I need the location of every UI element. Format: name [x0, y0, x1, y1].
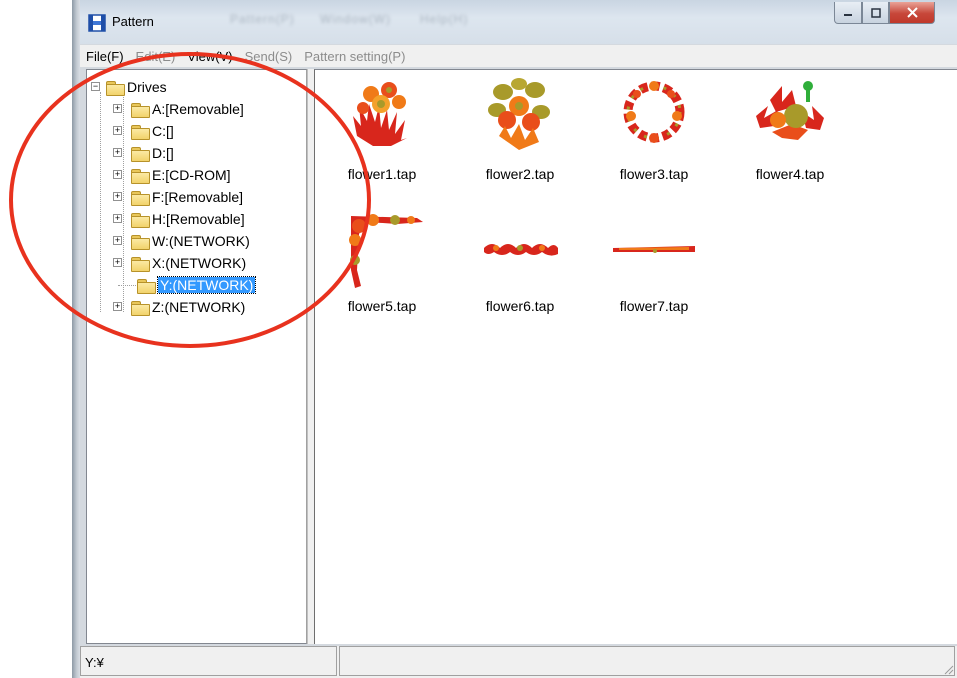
flower-border-icon [484, 244, 558, 256]
menu-bar: File(F) Edit(E) View(V) Send(S) Pattern … [80, 45, 957, 67]
maximize-button[interactable] [862, 2, 889, 24]
tree-item-label: Y:(NETWORK) [156, 276, 257, 294]
tree-item-drive[interactable]: + F:[Removable] [113, 186, 243, 208]
file-name: flower6.tap [485, 298, 555, 314]
expand-icon[interactable]: + [113, 148, 122, 157]
tree-item-drive[interactable]: + D:[] [113, 142, 174, 164]
folder-icon [131, 102, 150, 118]
tree-item-label: Z:(NETWORK) [152, 299, 246, 315]
resize-grip-icon[interactable] [942, 663, 954, 675]
expand-icon[interactable]: + [113, 170, 122, 179]
menu-send[interactable]: Send(S) [239, 49, 299, 64]
tree-item-drive[interactable]: + E:[CD-ROM] [113, 164, 231, 186]
file-name: flower5.tap [347, 298, 417, 314]
status-path: Y:¥ [80, 646, 337, 676]
close-button[interactable] [889, 2, 935, 24]
file-item[interactable]: flower6.tap [465, 210, 575, 320]
expand-icon[interactable]: + [113, 104, 122, 113]
file-name: flower3.tap [619, 166, 689, 182]
folder-icon [131, 256, 150, 272]
folder-icon [131, 212, 150, 228]
tree-item-drive[interactable]: + H:[Removable] [113, 208, 245, 230]
tree-item-drive[interactable]: + Z:(NETWORK) [113, 296, 245, 318]
expand-icon[interactable]: + [113, 236, 122, 245]
blurred-title-extra: Window(W) [320, 12, 391, 26]
menu-edit[interactable]: Edit(E) [130, 49, 182, 64]
tree-item-drive[interactable]: + W:(NETWORK) [113, 230, 250, 252]
folder-icon [131, 124, 150, 140]
minimize-icon [844, 13, 852, 16]
status-secondary [339, 646, 955, 676]
tree-root[interactable]: − Drives [91, 76, 167, 98]
tree-root-label: Drives [127, 79, 167, 95]
file-name: flower4.tap [755, 166, 825, 182]
file-item[interactable]: flower2.tap [465, 76, 575, 186]
maximize-icon [870, 7, 881, 18]
open-folder-icon [137, 278, 156, 294]
folder-icon [131, 168, 150, 184]
tree-item-label: W:(NETWORK) [152, 233, 250, 249]
file-item[interactable]: flower7.tap [599, 210, 709, 320]
folder-icon [106, 80, 125, 96]
tree-item-label: H:[Removable] [152, 211, 245, 227]
app-icon [88, 14, 106, 32]
tree-item-drive[interactable]: + C:[] [113, 120, 174, 142]
menu-file[interactable]: File(F) [80, 49, 130, 64]
flower-cluster-icon [488, 78, 550, 150]
file-item[interactable]: flower1.tap [327, 76, 437, 186]
expand-icon[interactable]: + [113, 302, 122, 311]
window-frame-left [72, 0, 80, 678]
file-item[interactable]: flower4.tap [735, 76, 845, 186]
blurred-title-extra: Pattern(P) [230, 12, 295, 26]
tree-item-drive-selected[interactable]: Y:(NETWORK) [113, 274, 257, 296]
expand-icon[interactable]: + [113, 126, 122, 135]
window-title: Pattern [112, 14, 154, 29]
tree-item-drive[interactable]: + A:[Removable] [113, 98, 244, 120]
file-name: flower7.tap [619, 298, 689, 314]
status-bar: Y:¥ [80, 646, 957, 678]
flower-wreath-icon [623, 81, 685, 143]
title-bar[interactable]: Pattern Pattern(P) Window(W) Help(H) [80, 0, 957, 44]
folder-icon [131, 146, 150, 162]
drive-tree[interactable]: − Drives + A:[Removable] + C:[] + D:[] +… [86, 69, 307, 644]
tree-item-label: C:[] [152, 123, 174, 139]
close-icon [906, 7, 918, 18]
file-item[interactable]: flower3.tap [599, 76, 709, 186]
tree-item-label: A:[Removable] [152, 101, 244, 117]
file-list[interactable]: flower1.tap flower2.tap flower3.tap flow… [314, 69, 957, 644]
menu-view[interactable]: View(V) [181, 49, 238, 64]
flower-leaves-icon [756, 81, 824, 140]
file-name: flower2.tap [485, 166, 555, 182]
folder-icon [131, 300, 150, 316]
blurred-title-extra: Help(H) [420, 12, 469, 26]
menu-pattern-setting[interactable]: Pattern setting(P) [298, 49, 411, 64]
collapse-icon[interactable]: − [91, 82, 100, 91]
flower-corner-icon [349, 214, 423, 288]
tree-item-label: D:[] [152, 145, 174, 161]
minimize-button[interactable] [834, 2, 862, 24]
tree-connector [100, 92, 101, 312]
tree-item-label: E:[CD-ROM] [152, 167, 231, 183]
tree-connector [118, 285, 136, 286]
folder-icon [131, 190, 150, 206]
tree-item-label: X:(NETWORK) [152, 255, 247, 271]
flower-bouquet-icon [353, 82, 407, 146]
file-item[interactable]: flower5.tap [327, 210, 437, 320]
tree-item-drive[interactable]: + X:(NETWORK) [113, 252, 246, 274]
expand-icon[interactable]: + [113, 214, 122, 223]
file-name: flower1.tap [347, 166, 417, 182]
folder-icon [131, 234, 150, 250]
flower-line-icon [613, 246, 695, 253]
tree-item-label: F:[Removable] [152, 189, 244, 205]
expand-icon[interactable]: + [113, 258, 122, 267]
expand-icon[interactable]: + [113, 192, 122, 201]
